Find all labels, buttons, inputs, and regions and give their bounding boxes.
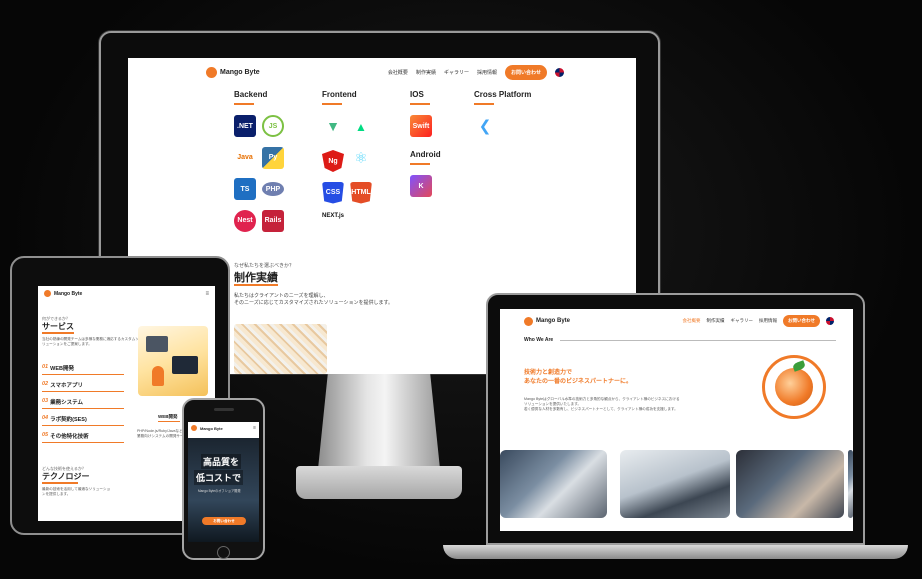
services-title: サービス bbox=[42, 322, 74, 331]
phone-logo[interactable]: Mango Byte bbox=[191, 425, 223, 431]
services-list: 01 WEB開発 02 スマホアプリ 03 業務システム 04 ラボ契約(SES) 05… bbox=[42, 362, 124, 443]
html5-icon: HTML bbox=[350, 181, 372, 204]
tagline: 技術力と創造力で あなたの一番のビジネスパートナーに。 bbox=[524, 370, 633, 385]
team-photo-1[interactable] bbox=[500, 450, 607, 518]
typescript-icon: TS bbox=[234, 178, 256, 200]
nodejs-icon: JS bbox=[262, 115, 284, 137]
tech-column-cross-platform: Cross Platform ❮ bbox=[474, 90, 532, 137]
laptop-logo[interactable]: Mango Byte bbox=[524, 316, 570, 326]
swift-icon: Swift bbox=[410, 115, 432, 137]
language-flag-icon[interactable] bbox=[826, 317, 834, 325]
tech-column-frontend: Frontend ▼ ▲ Ng ⚛ CSS HTML NEXT.js bbox=[322, 90, 392, 219]
mango-fruit-icon bbox=[775, 368, 813, 406]
section-label: Who We Are bbox=[524, 337, 554, 343]
home-button[interactable] bbox=[217, 546, 230, 559]
vue-icon: ▼ bbox=[322, 114, 344, 137]
service-item-other[interactable]: 05 その他特化技術 bbox=[42, 430, 124, 443]
phone-screen: Mango Byte ≡ 高品質を 低コストで Mango Byteのオフショア… bbox=[188, 422, 259, 542]
hero-line-2: 低コストで bbox=[194, 470, 244, 485]
nav-item-company[interactable]: 会社概要 bbox=[683, 318, 701, 324]
nav-item-company[interactable]: 会社概要 bbox=[388, 69, 408, 76]
monitor-base bbox=[296, 466, 462, 499]
desktop-nav: 会社概要 制作実績 ギャラリー 採用情報 お問い合わせ bbox=[388, 64, 564, 80]
service-item-mobile[interactable]: 02 スマホアプリ bbox=[42, 379, 124, 392]
phone-device: Mango Byte ≡ 高品質を 低コストで Mango Byteのオフショア… bbox=[182, 398, 265, 560]
python-icon: Py bbox=[262, 146, 284, 169]
kotlin-icon: K bbox=[410, 175, 432, 197]
css3-icon: CSS bbox=[322, 181, 344, 204]
works-title: 制作実績 bbox=[234, 272, 278, 284]
mango-logo-icon bbox=[524, 316, 533, 326]
nav-item-works[interactable]: 制作実績 bbox=[707, 318, 725, 324]
angular-icon: Ng bbox=[322, 150, 344, 172]
menu-icon[interactable]: ≡ bbox=[253, 425, 256, 431]
phone-hero: 高品質を 低コストで Mango Byteのオフショア開発 お問い合わせ bbox=[188, 438, 259, 542]
services-illustration bbox=[138, 326, 208, 396]
nav-item-works[interactable]: 制作実績 bbox=[416, 69, 436, 76]
nav-item-careers[interactable]: 採用情報 bbox=[759, 318, 777, 324]
why-label: なぜ私たちを選ぶべきか？ bbox=[234, 263, 295, 269]
contact-button[interactable]: お問い合わせ bbox=[783, 315, 820, 327]
team-photo-4[interactable] bbox=[848, 450, 853, 518]
laptop-base bbox=[443, 545, 908, 559]
dotnet-icon: .NET bbox=[234, 115, 256, 137]
mango-logo-icon bbox=[191, 425, 197, 431]
tablet-header: Mango Byte ≡ bbox=[44, 290, 209, 297]
mango-logo-icon bbox=[206, 66, 217, 78]
phone-header: Mango Byte ≡ bbox=[191, 425, 256, 431]
java-icon: Java bbox=[234, 146, 256, 169]
laptop-screen: Mango Byte 会社概要 制作実績 ギャラリー 採用情報 お問い合わせ W… bbox=[500, 309, 853, 531]
php-icon: PHP bbox=[262, 182, 284, 196]
nav-item-careers[interactable]: 採用情報 bbox=[477, 69, 497, 76]
nestjs-icon: Nest bbox=[234, 209, 256, 232]
nextjs-icon: NEXT.js bbox=[322, 212, 345, 219]
team-photo-3[interactable] bbox=[736, 450, 844, 518]
monitor-stand bbox=[318, 374, 440, 469]
laptop-nav: 会社概要 制作実績 ギャラリー 採用情報 お問い合わせ bbox=[683, 315, 834, 327]
laptop-device: Mango Byte 会社概要 制作実績 ギャラリー 採用情報 お問い合わせ W… bbox=[486, 293, 865, 545]
showcase-stage: Mango Byte 会社概要 制作実績 ギャラリー 採用情報 お問い合わせ B… bbox=[0, 0, 922, 579]
phone-contact-button[interactable]: お問い合わせ bbox=[202, 517, 246, 525]
works-thumbnail[interactable] bbox=[234, 324, 327, 374]
tablet-logo[interactable]: Mango Byte bbox=[44, 290, 82, 297]
works-description: 私たちはクライアントのニーズを理解し、 そのニーズに応じてカスタマイズされたソリ… bbox=[234, 293, 394, 306]
tech-column-backend: Backend .NET JS Java Py TS PHP Nest Rails bbox=[234, 90, 304, 241]
team-photo-2[interactable] bbox=[620, 450, 730, 518]
nav-item-gallery[interactable]: ギャラリー bbox=[444, 69, 469, 76]
nuxt-icon: ▲ bbox=[350, 115, 372, 138]
hero-line-1: 高品質を bbox=[201, 454, 242, 469]
service-item-lab[interactable]: 04 ラボ契約(SES) bbox=[42, 413, 124, 426]
contact-button[interactable]: お問い合わせ bbox=[504, 64, 547, 80]
service-item-business[interactable]: 03 業務システム bbox=[42, 396, 124, 409]
nav-item-gallery[interactable]: ギャラリー bbox=[731, 318, 754, 324]
desktop-header: Mango Byte 会社概要 制作実績 ギャラリー 採用情報 お問い合わせ bbox=[206, 64, 564, 80]
rails-icon: Rails bbox=[262, 209, 284, 232]
react-icon: ⚛ bbox=[350, 146, 372, 169]
technology-title: テクノロジー bbox=[42, 472, 90, 481]
tech-column-ios: IOS Swift Android K bbox=[410, 90, 470, 206]
about-body: Mango Byteはグローバル水準の技術力と多角的な観点から、クライアント様の… bbox=[524, 397, 680, 411]
service-item-web[interactable]: 01 WEB開発 bbox=[42, 362, 124, 375]
mango-logo-icon bbox=[44, 290, 51, 297]
menu-icon[interactable]: ≡ bbox=[205, 291, 209, 297]
tech-grid: Backend .NET JS Java Py TS PHP Nest Rails Fr… bbox=[234, 90, 534, 250]
language-flag-icon[interactable] bbox=[555, 67, 564, 77]
flutter-icon: ❮ bbox=[474, 114, 496, 137]
phone-speaker bbox=[214, 408, 234, 411]
laptop-header: Mango Byte 会社概要 制作実績 ギャラリー 採用情報 お問い合わせ bbox=[524, 315, 834, 327]
mango-emblem bbox=[762, 355, 826, 419]
logo[interactable]: Mango Byte bbox=[206, 66, 260, 78]
